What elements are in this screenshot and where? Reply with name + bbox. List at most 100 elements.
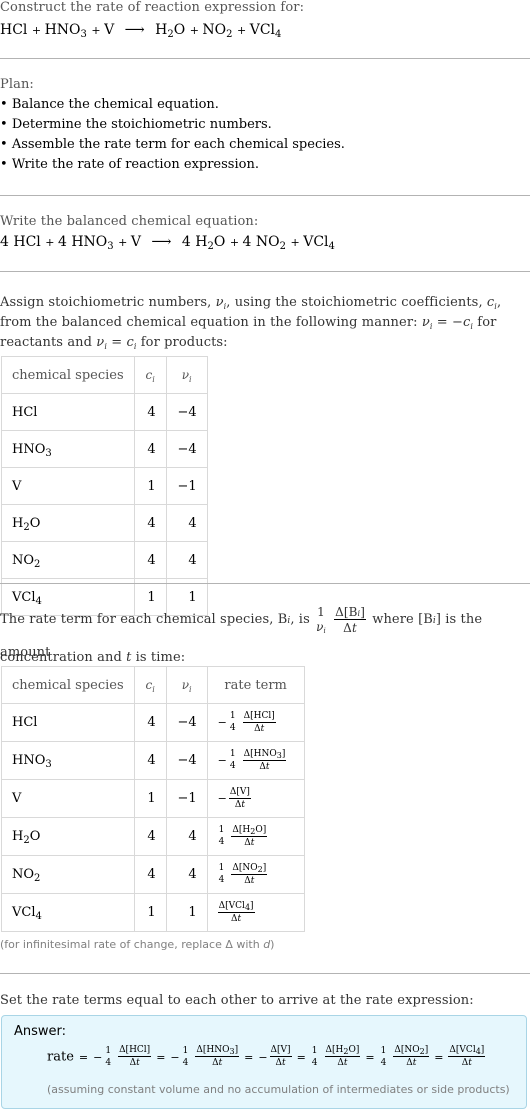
c-cell: 4 (133, 541, 167, 579)
plan-section: Plan: Balance the chemical equation. Det… (0, 75, 530, 175)
table-row: V 1 −1 (1, 467, 208, 505)
assumption-note: (assuming constant volume and no accumul… (47, 1083, 510, 1096)
delta-concentration-fraction: Δ[HCl] Δt (242, 710, 276, 734)
coefficient-fraction: 14 (229, 711, 236, 733)
plus-sign: + (118, 236, 131, 249)
species-cell: HCl (1, 393, 135, 431)
equals-sign: = (78, 1050, 89, 1064)
delta-concentration-fraction: Δ[HNO3] Δt (242, 748, 287, 772)
plus-sign: + (45, 236, 58, 249)
divider (0, 271, 530, 272)
c-cell: 4 (133, 817, 167, 856)
divider (0, 973, 530, 974)
c-cell: 4 (133, 741, 167, 780)
header-rate-term: rate term (206, 666, 305, 704)
c-cell: 4 (133, 430, 167, 468)
table-row: NO2 4 4 (1, 541, 208, 579)
delta-concentration-fraction: Δ[HNO3] Δt (195, 1045, 240, 1068)
species-hno3: HNO3 (44, 22, 87, 40)
species-hno3: HNO3 (71, 234, 114, 252)
delta-concentration-fraction: Δ[V] Δt (269, 1045, 292, 1068)
plan-step: Write the rate of reaction expression. (0, 155, 530, 175)
balanced-section: Write the balanced chemical equation: 4 … (0, 212, 530, 253)
v-cell: 4 (165, 817, 208, 856)
reaction-arrow: ⟶ (124, 22, 145, 38)
minus-sign: − (258, 1050, 268, 1064)
delta-concentration-fraction: Δ[V] Δt (228, 786, 251, 810)
species-hcl: HCl (13, 234, 41, 250)
coef: 4 (181, 234, 191, 250)
v-cell: −4 (165, 703, 208, 742)
header-species: chemical species (1, 356, 135, 394)
plan-label: Plan: (0, 77, 34, 92)
header-v: νi (165, 666, 208, 704)
species-hcl: HCl (0, 22, 28, 38)
coefficient-fraction: 14 (218, 863, 225, 885)
equals-sign: = (365, 1050, 375, 1064)
species-v: V (104, 22, 115, 38)
v-cell: −4 (165, 741, 208, 780)
c-cell: 1 (133, 467, 167, 505)
reaction-arrow: ⟶ (151, 234, 172, 250)
species-cell: V (1, 779, 135, 818)
plus-sign: + (290, 236, 304, 249)
delta-b-fraction: Δ[Bi] Δt (334, 604, 366, 635)
v-cell: 4 (165, 504, 208, 542)
plus-sign: + (189, 24, 203, 37)
header-species: chemical species (1, 666, 135, 704)
equals-sign: = (156, 1050, 166, 1064)
stoich-table: chemical species ci νi HCl 4 −4 HNO3 4 −4 V 1 −1… (1, 356, 208, 616)
divider (0, 195, 530, 196)
table-row: V 1 −1− Δ[V] Δt (1, 779, 305, 818)
table-row: HCl 4 −4 (1, 393, 208, 431)
equals-sign: = (244, 1050, 254, 1064)
assign-text: Assign stoichiometric numbers, νi, using… (0, 295, 502, 351)
coefficient-fraction: 14 (182, 1045, 189, 1068)
rate-term-cell: −1 4 Δ[HCl] Δt (206, 703, 305, 742)
coefficient-fraction: 14 (311, 1045, 318, 1068)
species-h2o: H2O (155, 22, 186, 40)
coef: 4 (0, 234, 9, 250)
equals-sign: = (434, 1050, 444, 1064)
minus-sign: − (217, 754, 227, 767)
header-v: νi (165, 356, 208, 394)
species-cell: HNO3 (1, 741, 135, 780)
species-cell: NO2 (1, 541, 135, 579)
divider (0, 583, 530, 584)
v-cell: −4 (165, 393, 208, 431)
coefficient-fraction: 14 (218, 825, 225, 847)
plus-sign: + (236, 24, 250, 37)
unbalanced-equation: HCl + HNO3 + V ⟶ H2O + NO2 + VCl4 (0, 20, 281, 41)
c-cell: 4 (133, 703, 167, 742)
rate-term-text-2: concentration and t is time: (0, 650, 186, 665)
species-no2: NO2 (255, 234, 287, 252)
coefficient-fraction: 14 (105, 1045, 112, 1068)
rate-term-cell: Δ[VCl4] Δt (206, 893, 305, 932)
rate-term-table: chemical species ci νi rate term HCl 4 −4−… (1, 666, 305, 932)
plan-step: Assemble the rate term for each chemical… (0, 135, 530, 155)
table-header-row: chemical species ci νi rate term (1, 666, 305, 704)
c-cell: 4 (133, 393, 167, 431)
v-cell: 4 (165, 855, 208, 894)
species-no2: NO2 (202, 22, 233, 40)
delta-concentration-fraction: Δ[NO2] Δt (393, 1045, 430, 1068)
header-c: ci (133, 356, 167, 394)
balanced-label: Write the balanced chemical equation: (0, 214, 259, 229)
c-cell: 1 (133, 779, 167, 818)
species-cell: HCl (1, 703, 135, 742)
species-cell: HNO3 (1, 430, 135, 468)
rate-term-cell: −1 4 Δ[HNO3] Δt (206, 741, 305, 780)
species-v: V (130, 234, 141, 250)
divider (0, 58, 530, 59)
header-c: ci (133, 666, 167, 704)
plan-step: Balance the chemical equation. (0, 95, 530, 115)
species-vcl4: VCl4 (249, 22, 282, 40)
delta-concentration-fraction: Δ[VCl4] Δt (448, 1045, 486, 1068)
final-label: Set the rate terms equal to each other t… (0, 993, 474, 1008)
minus-sign: − (93, 1050, 103, 1064)
species-cell: NO2 (1, 855, 135, 894)
balanced-equation: 4 HCl + 4 HNO3 + V ⟶ 4 H2O + 4 NO2 + VCl… (0, 232, 530, 253)
coef: 4 (242, 234, 252, 250)
minus-sign: − (217, 716, 227, 729)
plus-sign: + (229, 236, 243, 249)
